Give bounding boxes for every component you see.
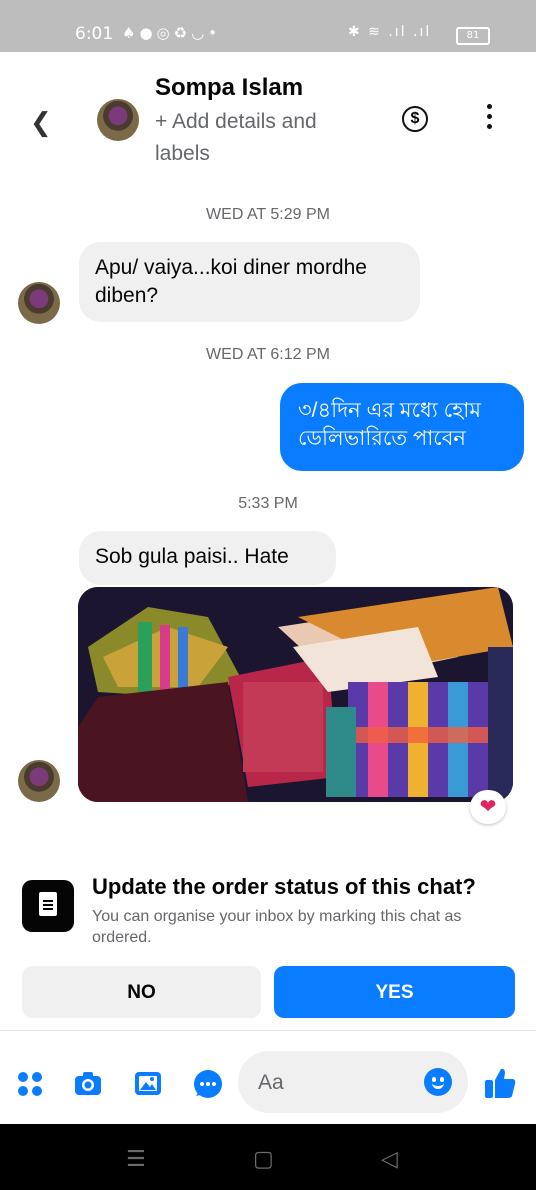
- no-button[interactable]: NO: [22, 966, 261, 1018]
- message-input-box[interactable]: [238, 1051, 468, 1113]
- sender-avatar[interactable]: [18, 760, 60, 802]
- emoji-icon[interactable]: [424, 1068, 452, 1096]
- battery-icon: 81: [456, 27, 490, 45]
- back-arrow-icon[interactable]: ❮: [30, 107, 52, 138]
- document-icon: [22, 880, 74, 932]
- message-timestamp: WED AT 5:29 PM: [206, 206, 330, 223]
- status-bar: 6:01 ♠●◎♻◡• ✱ ≋ .ıl .ıl 81: [0, 0, 536, 52]
- outgoing-message[interactable]: ৩/৪দিন এর মধ্যে হোম ডেলিভারিতে পাবেন: [280, 383, 524, 471]
- yes-button[interactable]: YES: [274, 966, 515, 1018]
- order-status-title: Update the order status of this chat?: [92, 874, 476, 899]
- contact-name[interactable]: Sompa Islam: [155, 74, 303, 102]
- incoming-message[interactable]: Apu/ vaiya...koi diner mordhe diben?: [79, 242, 420, 322]
- sticker-icon[interactable]: [192, 1068, 222, 1098]
- like-icon[interactable]: [483, 1066, 516, 1098]
- add-details-link[interactable]: + Add details and labels: [155, 106, 365, 170]
- home-icon[interactable]: ▢: [253, 1146, 274, 1172]
- gallery-icon[interactable]: [133, 1068, 163, 1098]
- heart-reaction-icon[interactable]: ❤: [470, 790, 506, 824]
- system-nav-bar: ☰ ▢ ◁: [0, 1124, 536, 1190]
- chat-header: ❮ Sompa Islam + Add details and labels $: [0, 52, 536, 180]
- apps-icon[interactable]: [18, 1068, 48, 1098]
- payment-dollar-icon[interactable]: $: [402, 106, 428, 132]
- order-status-card: Update the order status of this chat? Yo…: [0, 850, 536, 1030]
- shared-photo[interactable]: [78, 587, 513, 802]
- message-composer: [0, 1040, 536, 1124]
- back-nav-icon[interactable]: ◁: [381, 1146, 398, 1172]
- recent-apps-icon[interactable]: ☰: [126, 1146, 146, 1172]
- composer-divider: [0, 1030, 536, 1031]
- status-time: 6:01: [75, 24, 114, 44]
- photo-clothes-image: [78, 587, 513, 802]
- message-timestamp: WED AT 6:12 PM: [206, 346, 330, 363]
- sender-avatar[interactable]: [18, 282, 60, 324]
- contact-avatar[interactable]: [97, 99, 139, 141]
- more-options-icon[interactable]: [486, 104, 494, 134]
- signal-icons: ✱ ≋ .ıl .ıl: [348, 24, 432, 40]
- message-timestamp: 5:33 PM: [238, 495, 298, 512]
- incoming-message[interactable]: Sob gula paisi.. Hate: [79, 531, 336, 585]
- message-input[interactable]: [256, 1065, 420, 1101]
- order-status-description: You can organise your inbox by marking t…: [92, 908, 462, 946]
- camera-icon[interactable]: [73, 1068, 103, 1098]
- notification-icons: ♠●◎♻◡•: [122, 24, 222, 42]
